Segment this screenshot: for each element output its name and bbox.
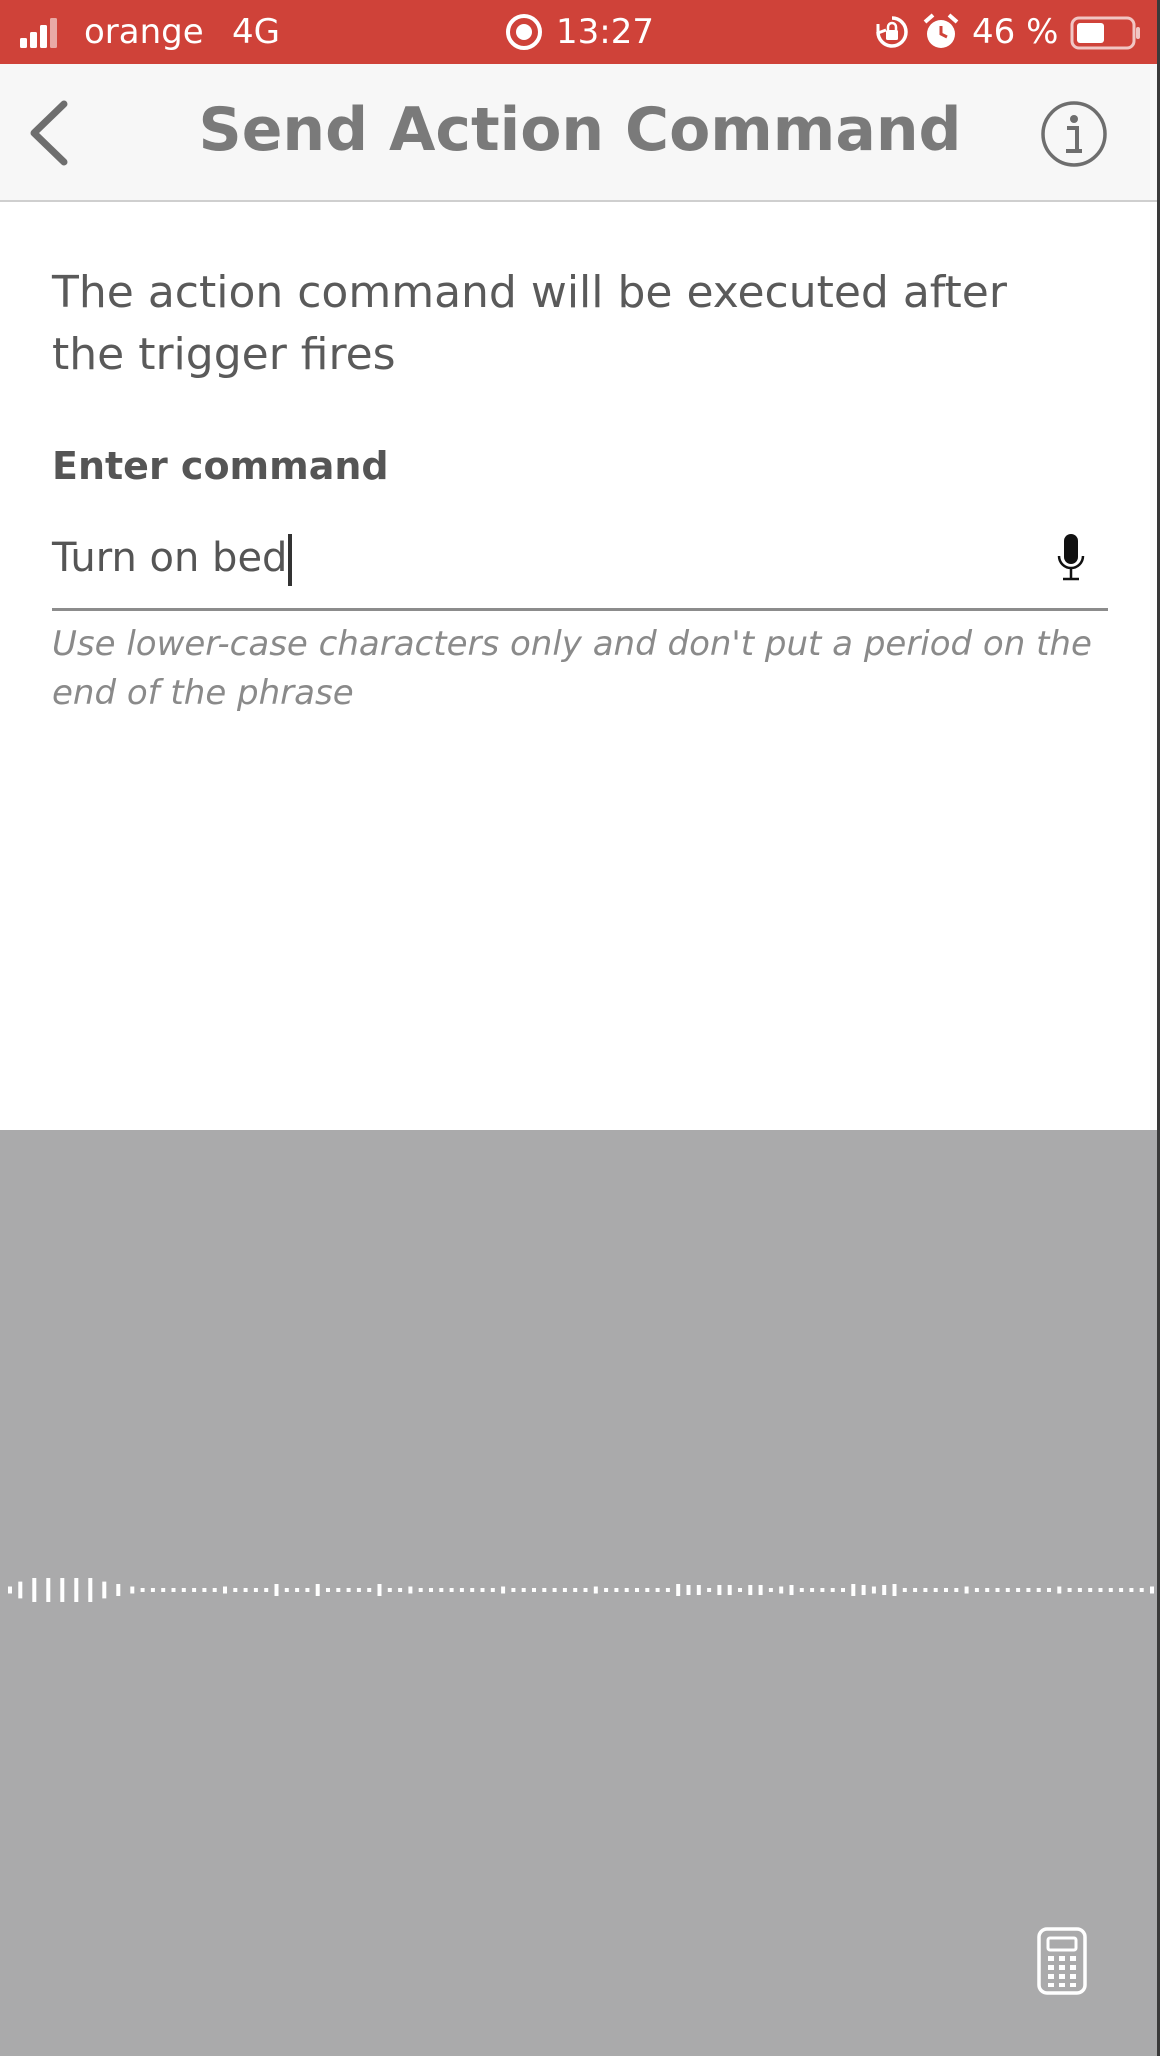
battery-icon [1070, 16, 1140, 50]
waveform-icon [8, 1578, 1154, 1602]
command-input-value[interactable]: Turn on bed [52, 530, 293, 586]
content-area: The action command will be executed afte… [0, 202, 1160, 1130]
command-input[interactable]: Turn on bed [52, 520, 1108, 611]
carrier-name: orange [84, 12, 204, 52]
info-icon[interactable] [1040, 100, 1108, 168]
navigation-bar: Send Action Command [0, 64, 1160, 202]
signal-icon [20, 18, 57, 48]
dictation-panel [0, 1130, 1160, 2056]
status-time: 13:27 [556, 12, 654, 52]
command-text: Turn on bed [52, 535, 288, 581]
text-cursor [288, 534, 293, 586]
page-title: Send Action Command [198, 95, 962, 165]
battery-percentage: 46 % [972, 12, 1059, 52]
microphone-icon[interactable] [1054, 532, 1088, 584]
field-label: Enter command [52, 444, 389, 488]
recording-icon [506, 14, 542, 50]
alarm-icon [923, 13, 959, 48]
calculator-keyboard-icon[interactable] [1036, 1926, 1088, 1996]
network-type: 4G [232, 12, 280, 52]
orientation-lock-icon [876, 16, 908, 48]
description-text: The action command will be executed afte… [52, 267, 1007, 380]
status-bar: orange 4G 13:27 46 % [0, 0, 1160, 64]
hint-text: Use lower-case characters only and don't… [52, 624, 1092, 713]
